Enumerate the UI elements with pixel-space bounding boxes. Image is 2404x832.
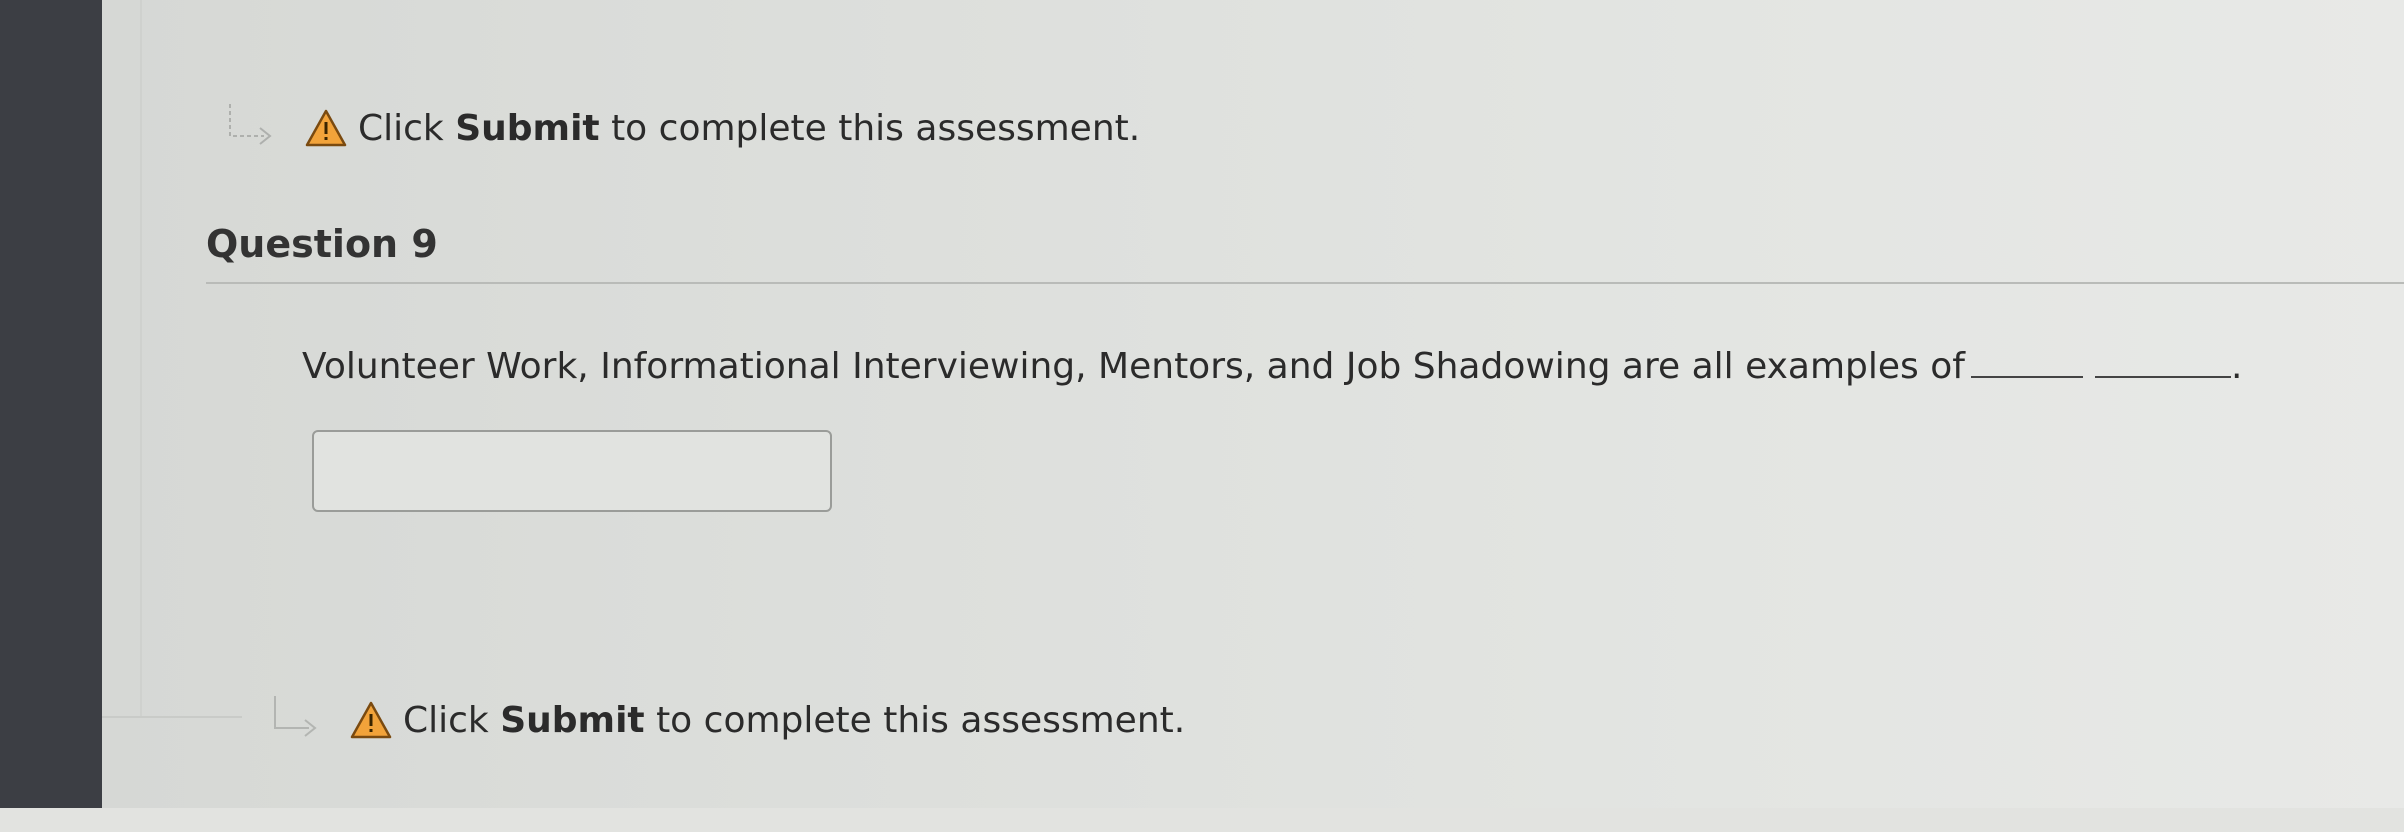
- warning-icon: [305, 109, 347, 147]
- blank-line-2: [2094, 346, 2231, 378]
- submit-notice-message: Click Submit to complete this assessment…: [403, 700, 1185, 741]
- bottom-strip: [0, 808, 2404, 832]
- left-sidebar: [0, 0, 102, 808]
- notice-suffix: to complete this assessment.: [599, 107, 1141, 149]
- flow-arrow-icon: [274, 696, 317, 737]
- question-title: Question 9: [206, 222, 438, 266]
- notice-prefix: Click: [358, 107, 456, 149]
- notice-prefix: Click: [403, 699, 501, 741]
- notice-submit-keyword: Submit: [455, 107, 600, 149]
- submit-notice-bottom: Click Submit to complete this assessment…: [265, 692, 1185, 748]
- question-end-punct: .: [2230, 346, 2243, 387]
- gutter-line: [140, 0, 142, 718]
- submit-notice-message: Click Submit to complete this assessment…: [358, 108, 1140, 149]
- question-divider: [206, 282, 2404, 284]
- warning-icon: [350, 701, 392, 739]
- answer-input[interactable]: [312, 430, 832, 512]
- question-prompt: Volunteer Work, Informational Interviewi…: [302, 346, 2242, 387]
- notice-suffix: to complete this assessment.: [644, 699, 1186, 741]
- notice-submit-keyword: Submit: [500, 699, 645, 741]
- gutter-bottom-line: [102, 716, 242, 718]
- question-text: Volunteer Work, Informational Interviewi…: [302, 346, 1965, 387]
- submit-notice-top: Click Submit to complete this assessment…: [220, 100, 1140, 156]
- blank-line-1: [1970, 346, 2083, 378]
- flow-arrow-icon: [229, 104, 272, 145]
